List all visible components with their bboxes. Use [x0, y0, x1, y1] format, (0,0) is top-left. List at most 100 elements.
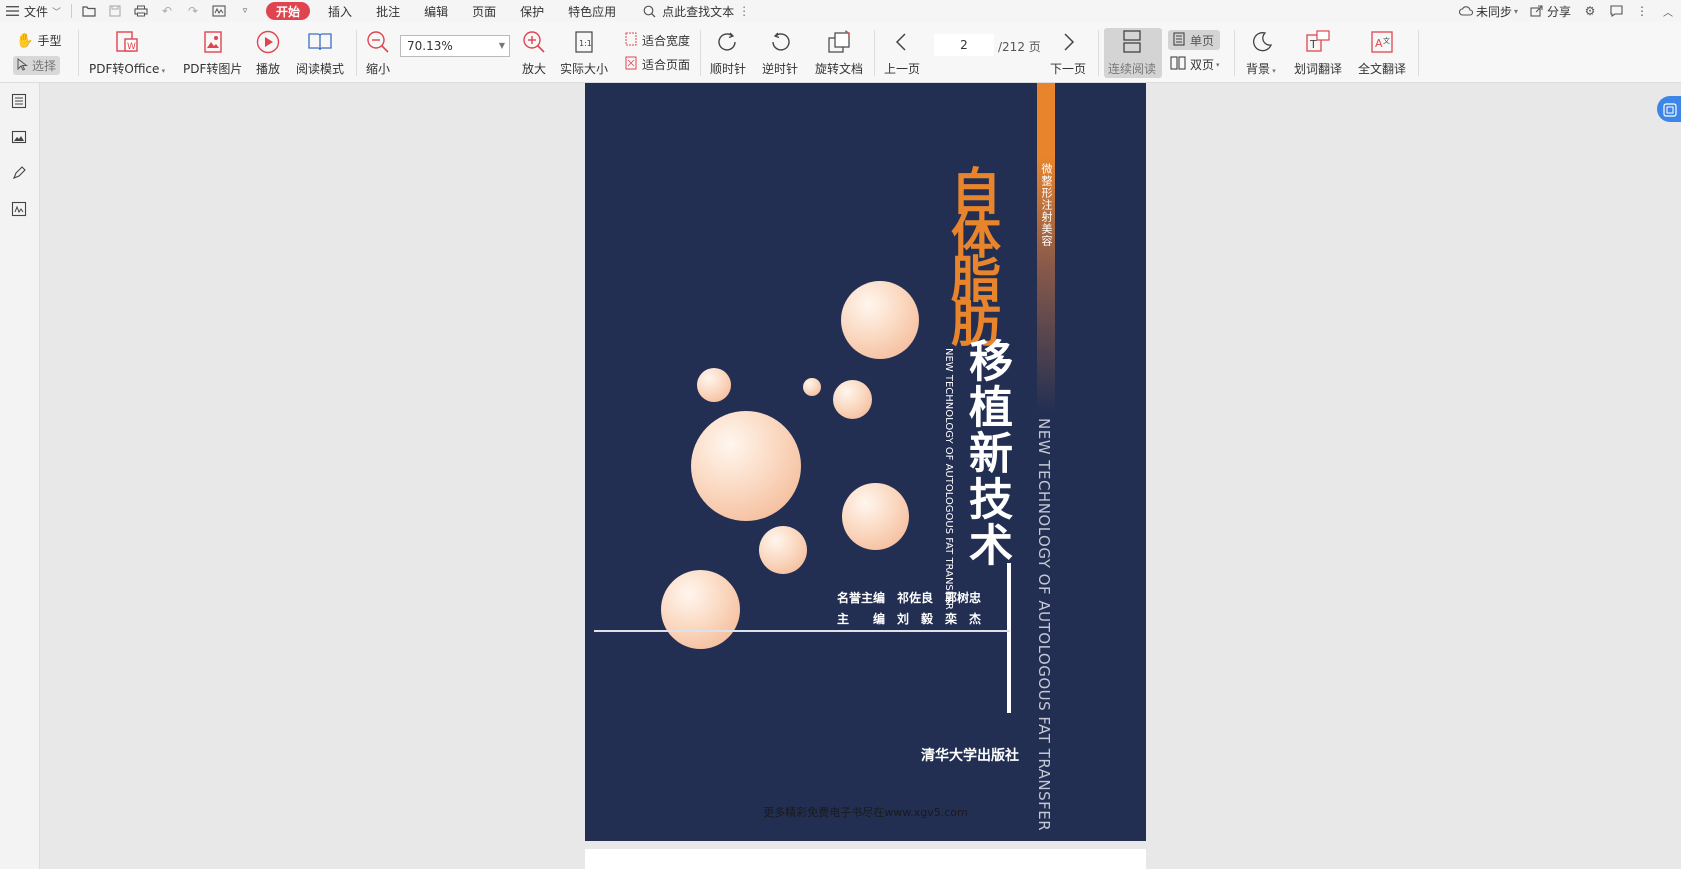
fit-width-icon — [624, 32, 638, 49]
annotation-icon[interactable] — [10, 164, 28, 182]
print-button[interactable] — [128, 0, 154, 22]
series-label: 微整形注射美容 — [1040, 163, 1053, 247]
cover-title-white: 移植新技术 — [961, 338, 1012, 568]
comment-button[interactable] — [1603, 0, 1629, 22]
share-button[interactable]: 分享 — [1524, 0, 1577, 22]
save-icon — [108, 4, 122, 18]
full-translate-icon: A文 — [1368, 28, 1396, 56]
document-page: 微整形注射美容 自体脂肪 移植新技术 NEW TECHNOLOGY OF AUT… — [585, 83, 1146, 841]
sync-label: 未同步 — [1475, 4, 1512, 19]
sync-button[interactable]: 未同步 ▾ — [1453, 0, 1524, 22]
background-button[interactable]: 背景 ▾ — [1246, 28, 1276, 77]
double-page-label: 双页 — [1190, 58, 1215, 72]
continuous-read-button[interactable]: 连续阅读 — [1108, 28, 1156, 77]
zoom-in-button[interactable]: 放大 — [520, 28, 548, 77]
actual-size-button[interactable]: 1:1 实际大小 — [560, 28, 608, 77]
tab-page[interactable]: 页面 — [466, 0, 502, 22]
zoom-out-label: 缩小 — [365, 62, 390, 76]
rotate-counter-clockwise-icon — [766, 28, 794, 56]
rotate-counter-clockwise-label: 逆时针 — [762, 62, 799, 76]
hand-tool-button[interactable]: ✋ 手型 — [16, 32, 61, 49]
single-page-label: 单页 — [1190, 33, 1215, 48]
chief-editors: 主 编 刘 毅 栾 杰 — [837, 612, 982, 626]
undo-button[interactable]: ↶ — [154, 0, 180, 22]
save-button[interactable] — [102, 0, 128, 22]
message-icon — [1609, 4, 1623, 18]
actual-size-icon: 1:1 — [570, 28, 598, 56]
chevron-down-icon: ▾ — [1216, 60, 1220, 69]
file-menu[interactable]: 文件 ﹀ — [0, 0, 67, 22]
collapse-ribbon-button[interactable]: ︿ — [1655, 0, 1681, 22]
tab-start[interactable]: 开始 — [266, 2, 311, 20]
open-button[interactable] — [76, 0, 102, 22]
read-mode-button[interactable]: 阅读模式 — [296, 28, 344, 77]
fit-width-button[interactable]: 适合宽度 — [624, 32, 690, 49]
rotate-clockwise-button[interactable]: 顺时针 — [710, 28, 746, 77]
tab-insert[interactable]: 插入 — [322, 0, 358, 22]
continuous-read-label: 连续阅读 — [1108, 62, 1157, 76]
divider — [1234, 30, 1235, 76]
chevron-down-icon: ▾ — [1513, 6, 1518, 16]
svg-text:A: A — [1375, 37, 1383, 50]
fit-page-button[interactable]: 适合页面 — [624, 56, 690, 73]
ribbon-toolbar: ✋ 手型 选择 W PDF转Office ▾ PDF转图片 播放 阅读模式 缩小… — [0, 22, 1681, 83]
rotate-document-button[interactable]: 旋转文档 — [815, 28, 863, 77]
svg-text:1:1: 1:1 — [579, 39, 592, 48]
decorative-sphere — [691, 411, 801, 521]
zoom-select[interactable]: 70.13% ▼ — [400, 35, 510, 57]
pdf-to-office-label: PDF转Office — [89, 62, 160, 76]
divider — [874, 30, 875, 76]
tab-special[interactable]: 特色应用 — [562, 0, 622, 22]
chevron-right-icon — [1054, 28, 1082, 56]
select-tool-label: 选择 — [32, 59, 57, 73]
read-mode-label: 阅读模式 — [296, 62, 345, 76]
decorative-sphere — [697, 368, 731, 402]
book-icon — [306, 28, 334, 56]
search-box[interactable]: 点此查找文本 ⋮ — [636, 0, 756, 22]
redo-button[interactable]: ↷ — [180, 0, 206, 22]
rotate-clockwise-label: 顺时针 — [710, 62, 747, 76]
select-tool-button[interactable]: 选择 — [13, 56, 61, 75]
svg-text:T: T — [1309, 38, 1317, 51]
left-sidebar — [0, 83, 40, 869]
next-page-button[interactable]: 下一页 — [1050, 28, 1086, 77]
cloud-icon — [1458, 4, 1473, 18]
pdf-to-image-button[interactable]: PDF转图片 — [183, 28, 242, 77]
tab-edit[interactable]: 编辑 — [418, 0, 454, 22]
cover-english-title: NEW TECHNOLOGY OF AUTOLOGOUS FAT TRANSFE… — [1035, 418, 1053, 832]
fit-page-icon — [624, 56, 638, 73]
decorative-sphere — [842, 483, 909, 550]
floating-tool-button[interactable] — [1657, 96, 1681, 122]
word-translate-button[interactable]: T 划词翻译 — [1294, 28, 1342, 77]
word-translate-label: 划词翻译 — [1294, 62, 1343, 76]
outline-icon[interactable] — [10, 92, 28, 110]
pdf-to-image-icon — [199, 28, 227, 56]
decorative-sphere — [759, 526, 807, 574]
rotate-counter-clockwise-button[interactable]: 逆时针 — [762, 28, 798, 77]
cover-orange-bar — [1037, 83, 1055, 413]
pdf-to-office-button[interactable]: W PDF转Office ▾ — [89, 28, 165, 77]
next-document-page — [585, 849, 1146, 869]
prev-page-button[interactable]: 上一页 — [884, 28, 920, 77]
tab-protect[interactable]: 保护 — [514, 0, 550, 22]
divider — [71, 4, 73, 18]
tab-comment[interactable]: 批注 — [370, 0, 406, 22]
play-button[interactable]: 播放 — [254, 28, 282, 77]
rotate-document-label: 旋转文档 — [815, 62, 864, 76]
decorative-sphere — [661, 570, 740, 649]
page-number-input[interactable]: 2 — [934, 34, 994, 56]
full-translate-button[interactable]: A文 全文翻译 — [1358, 28, 1406, 77]
sign-button[interactable] — [206, 0, 232, 22]
single-page-button[interactable]: 单页 — [1168, 30, 1220, 50]
share-label: 分享 — [1546, 4, 1571, 19]
double-page-button[interactable]: 双页 ▾ — [1170, 56, 1220, 73]
more-button[interactable]: ⋮ — [1629, 0, 1655, 22]
signature-icon[interactable] — [10, 200, 28, 218]
chevron-down-icon: ﹀ — [52, 7, 62, 18]
actual-size-label: 实际大小 — [560, 62, 609, 76]
zoom-out-button[interactable]: 缩小 — [364, 28, 392, 77]
settings-button[interactable]: ⚙ — [1577, 0, 1603, 22]
quick-access-dropdown[interactable]: ▿ — [232, 0, 258, 22]
next-page-label: 下一页 — [1050, 62, 1087, 76]
thumbnail-icon[interactable] — [10, 128, 28, 146]
